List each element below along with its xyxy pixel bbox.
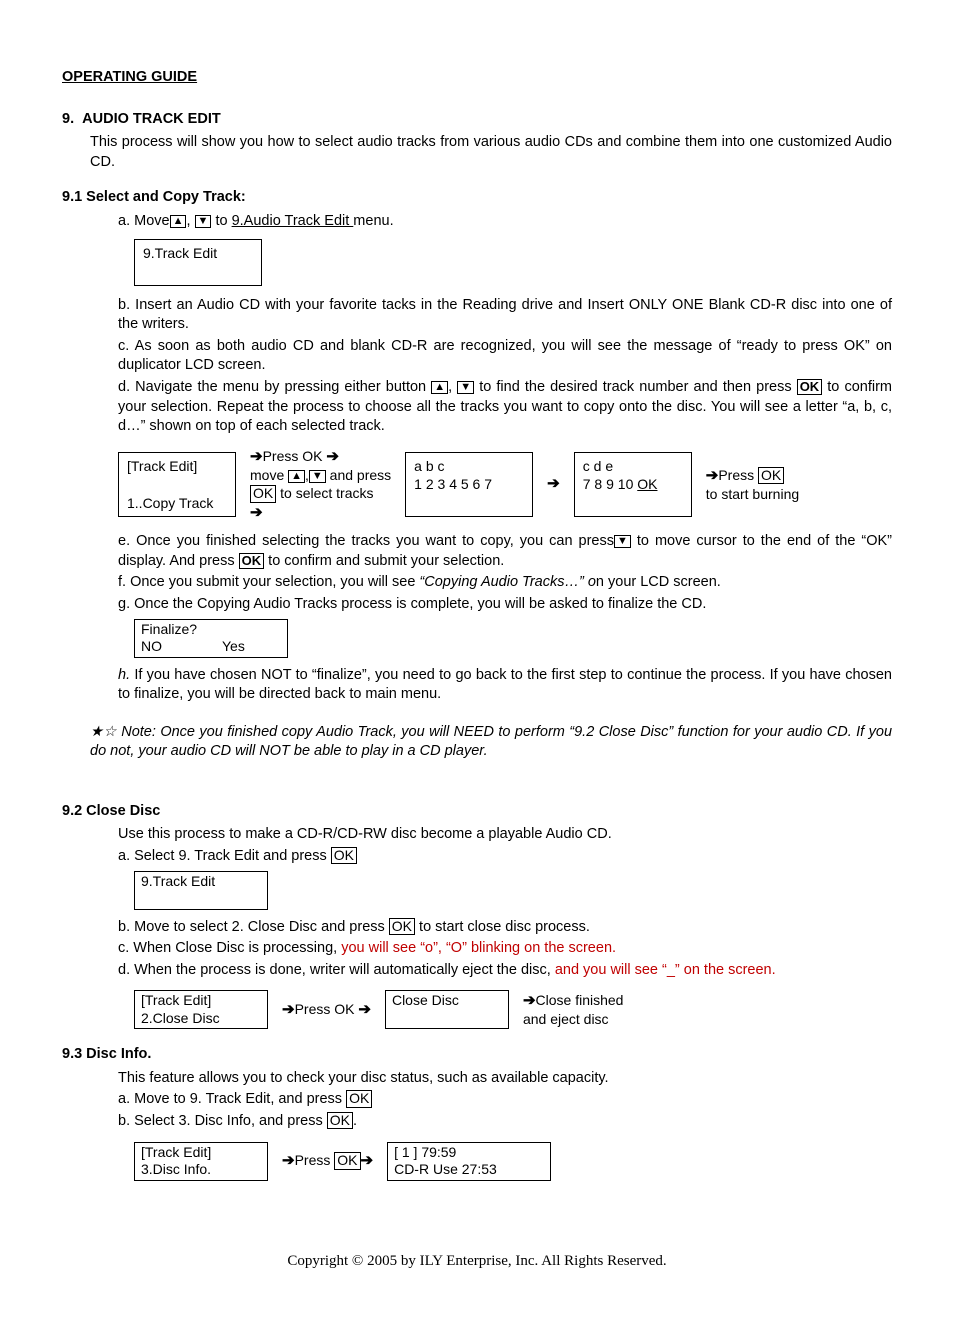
up-icon: ▲ — [170, 215, 187, 228]
up-icon: ▲ — [288, 470, 305, 483]
down-icon: ▼ — [614, 535, 631, 548]
step-9-2-c: c. When Close Disc is processing, you wi… — [118, 939, 892, 959]
step-9-1-c: c. As soon as both audio CD and blank CD… — [118, 337, 892, 376]
flow-9-2: [Track Edit] 2.Close Disc ➔Press OK ➔ Cl… — [134, 990, 892, 1029]
down-icon: ▼ — [195, 215, 212, 228]
step-9-2-a: a. Select 9. Track Edit and press OK — [118, 847, 892, 867]
section-9-3-heading: 9.3 Disc Info. — [62, 1045, 892, 1065]
step-9-3-a: a. Move to 9. Track Edit, and press OK — [118, 1090, 892, 1110]
step-9-2-d: d. When the process is done, writer will… — [118, 961, 892, 981]
step-9-1-b: b. Insert an Audio CD with your favorite… — [118, 296, 892, 335]
note-9-1: ★☆ Note: Once you finished copy Audio Tr… — [90, 723, 892, 762]
step-9-1-e: e. Once you finished selecting the track… — [118, 532, 892, 571]
section-9-intro: This process will show you how to select… — [90, 133, 892, 172]
lcd-track-edit-92: 9.Track Edit — [134, 871, 268, 910]
page-title: OPERATING GUIDE — [62, 68, 892, 88]
flow-9-1: [Track Edit] 1..Copy Track ➔Press OK ➔ m… — [118, 447, 892, 523]
step-9-1-h: h. If you have chosen NOT to “finalize”,… — [118, 666, 892, 705]
flow-9-3: [Track Edit] 3.Disc Info. ➔Press OK➔ [ 1… — [134, 1142, 892, 1181]
step-9-3-b: b. Select 3. Disc Info, and press OK. — [118, 1112, 892, 1132]
down-icon: ▼ — [457, 381, 474, 394]
lcd-finalize: Finalize? NOYes — [134, 619, 288, 658]
up-icon: ▲ — [431, 381, 448, 394]
lcd-track-edit: 9.Track Edit — [134, 239, 262, 285]
footer-copyright: Copyright © 2005 by ILY Enterprise, Inc.… — [62, 1251, 892, 1271]
section-9-heading: 9. AUDIO TRACK EDIT — [62, 110, 892, 130]
step-9-1-d: d. Navigate the menu by pressing either … — [118, 378, 892, 437]
star-icon: ★☆ — [90, 724, 117, 740]
section-9-3-intro: This feature allows you to check your di… — [118, 1069, 892, 1089]
step-9-1-f: f. Once you submit your selection, you w… — [118, 573, 892, 593]
step-9-1-g: g. Once the Copying Audio Tracks process… — [118, 595, 892, 615]
section-9-2-heading: 9.2 Close Disc — [62, 802, 892, 822]
down-icon: ▼ — [309, 470, 326, 483]
step-9-1-a: a. Move▲, ▼ to 9.Audio Track Edit menu. — [118, 212, 892, 232]
section-9-2-intro: Use this process to make a CD-R/CD-RW di… — [118, 825, 892, 845]
step-9-2-b: b. Move to select 2. Close Disc and pres… — [118, 918, 892, 938]
ok-button-label: OK — [797, 379, 823, 395]
section-9-1-heading: 9.1 Select and Copy Track: — [62, 188, 892, 208]
